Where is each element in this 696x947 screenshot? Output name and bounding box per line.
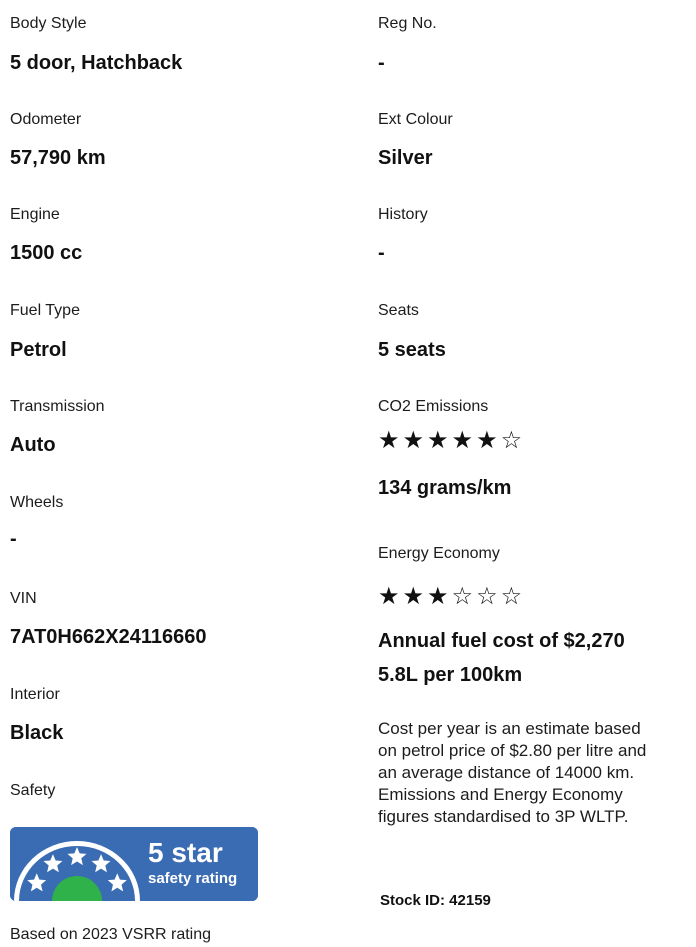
energy-full-star-icon: ★ bbox=[427, 583, 452, 610]
wheels-label: Wheels bbox=[10, 494, 64, 511]
safety-rating-badge: 5 star safety rating bbox=[10, 827, 258, 901]
co2-full-star-icon: ★ bbox=[427, 427, 452, 454]
co2-full-star-icon: ★ bbox=[451, 427, 477, 454]
co2-empty-star-icon: ☆ bbox=[500, 427, 526, 454]
energy-empty-star-icon: ☆ bbox=[500, 583, 526, 610]
energy-label: Energy Economy bbox=[378, 545, 500, 562]
fuel-note-line-3: an average distance of 14000 km. bbox=[378, 763, 635, 782]
badge-main-text: 5 star bbox=[148, 837, 223, 868]
co2-full-star-icon: ★ bbox=[402, 427, 428, 454]
fuel-type-value: Petrol bbox=[10, 339, 67, 361]
interior-value: Black bbox=[10, 722, 64, 744]
transmission-label: Transmission bbox=[10, 398, 105, 415]
co2-full-star-icon: ★ bbox=[476, 427, 501, 454]
co2-full-star-icon: ★ bbox=[378, 427, 403, 454]
safety-note: Based on 2023 VSRR rating bbox=[10, 926, 212, 943]
history-label: History bbox=[378, 206, 428, 223]
reg-no-value: - bbox=[378, 52, 385, 74]
ext-colour-value: Silver bbox=[378, 147, 433, 169]
interior-label: Interior bbox=[10, 686, 60, 703]
vin-value: 7AT0H662X24116660 bbox=[10, 626, 207, 648]
body-style-value: 5 door, Hatchback bbox=[10, 52, 183, 74]
stock-id: Stock ID: 42159 bbox=[380, 892, 491, 909]
energy-empty-star-icon: ☆ bbox=[451, 583, 477, 610]
odometer-label: Odometer bbox=[10, 111, 82, 128]
wheels-value: - bbox=[10, 528, 17, 550]
odometer-value: 57,790 km bbox=[10, 147, 106, 169]
badge-sub-text: safety rating bbox=[148, 870, 238, 887]
fuel-note-line-1: Cost per year is an estimate based bbox=[378, 719, 641, 738]
transmission-value: Auto bbox=[10, 434, 56, 456]
co2-value: 134 grams/km bbox=[378, 477, 512, 499]
fuel-note-line-2: on petrol price of $2.80 per litre and bbox=[378, 741, 647, 760]
fuel-note-line-4: Emissions and Energy Economy bbox=[378, 785, 623, 804]
annual-fuel-cost: Annual fuel cost of $2,270 bbox=[378, 630, 625, 652]
seats-value: 5 seats bbox=[378, 339, 446, 361]
reg-no-label: Reg No. bbox=[378, 15, 437, 32]
seats-label: Seats bbox=[378, 302, 419, 319]
fuel-note-line-5: figures standardised to 3P WLTP. bbox=[378, 807, 629, 826]
ext-colour-label: Ext Colour bbox=[378, 111, 453, 128]
energy-full-star-icon: ★ bbox=[402, 583, 428, 610]
engine-value: 1500 cc bbox=[10, 242, 83, 264]
vin-label: VIN bbox=[10, 590, 37, 607]
history-value: - bbox=[378, 242, 385, 264]
energy-empty-star-icon: ☆ bbox=[476, 583, 501, 610]
engine-label: Engine bbox=[10, 206, 60, 223]
fuel-type-label: Fuel Type bbox=[10, 302, 80, 319]
energy-star-rating: ★★★☆☆☆ bbox=[378, 584, 525, 610]
safety-label: Safety bbox=[10, 782, 56, 799]
body-style-label: Body Style bbox=[10, 15, 87, 32]
fuel-consumption: 5.8L per 100km bbox=[378, 664, 523, 686]
co2-star-rating: ★★★★★☆ bbox=[378, 428, 525, 454]
co2-label: CO2 Emissions bbox=[378, 398, 489, 415]
energy-full-star-icon: ★ bbox=[378, 583, 403, 610]
